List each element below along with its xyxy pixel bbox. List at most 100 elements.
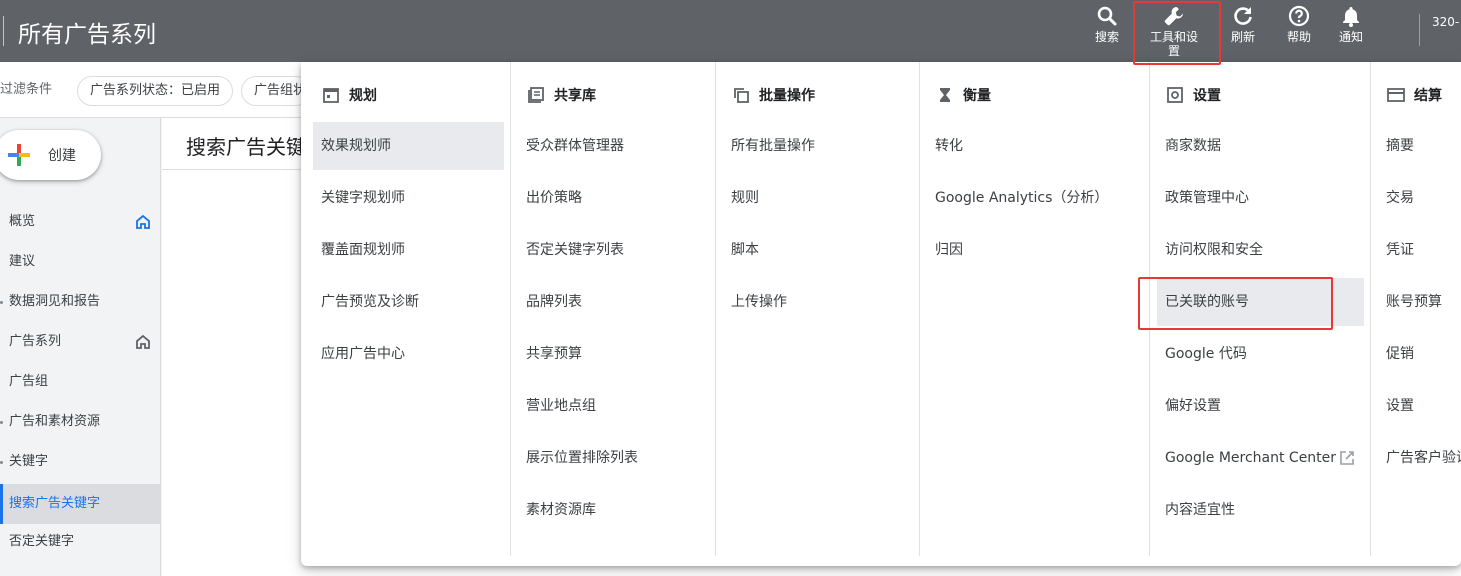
page-title: 所有广告系列 [18, 22, 156, 48]
menu-item-merchant-center[interactable]: Google Merchant Center [1150, 434, 1360, 482]
search-icon [1097, 6, 1117, 26]
menu-item-asset-library[interactable]: 素材资源库 [511, 486, 596, 534]
menu-item-shared-budgets[interactable]: 共享预算 [511, 330, 582, 378]
menu-item-summary[interactable]: 摘要 [1371, 122, 1414, 170]
main-title: 搜索广告关键 [186, 135, 306, 159]
menu-item-preferences[interactable]: 偏好设置 [1150, 382, 1221, 430]
menu-column-measurement: 衡量 转化 Google Analytics（分析） 归因 [919, 62, 1149, 556]
menu-item-documents[interactable]: 凭证 [1371, 226, 1414, 274]
menu-item-label: Google Merchant Center [1165, 450, 1337, 466]
menu-item-all-bulk-actions[interactable]: 所有批量操作 [716, 122, 815, 170]
sidebar-item-label: 关键字 [9, 454, 49, 469]
menu-section-billing: 结算 [1386, 82, 1442, 108]
credit-card-icon [1387, 88, 1405, 102]
notify-label: 通知 [1338, 30, 1363, 44]
help-button[interactable]: 帮助 [1284, 4, 1314, 44]
expand-bullet [0, 461, 3, 464]
search-button[interactable]: 搜索 [1093, 4, 1121, 44]
sidebar-item-overview[interactable]: 概览 [0, 202, 161, 242]
help-icon [1288, 5, 1310, 27]
sidebar-item-label: 广告和素材资源 [9, 414, 101, 429]
filter-chip-campaign-status[interactable]: 广告系列状态：已启用 [77, 76, 234, 106]
sidebar-item-label: 概览 [9, 214, 36, 229]
linked-accounts-highlight-box [1138, 277, 1333, 330]
home-icon [136, 214, 150, 229]
menu-section-shared-library: 共享库 [526, 82, 596, 108]
menu-item-google-tag[interactable]: Google 代码 [1150, 330, 1247, 378]
sidebar-item-ads-assets[interactable]: 广告和素材资源 [0, 402, 161, 442]
external-link-icon [1340, 451, 1354, 465]
menu-item-attribution[interactable]: 归因 [920, 226, 963, 274]
account-id[interactable]: 320- [1432, 15, 1459, 29]
sidebar-item-label: 搜索广告关键字 [9, 496, 101, 511]
sidebar-item-negative-keywords[interactable]: 否定关键字 [0, 522, 161, 562]
hourglass-icon [940, 88, 950, 102]
create-button[interactable]: 创建 [0, 130, 101, 180]
sidebar-item-label: 广告组 [9, 374, 49, 389]
menu-section-settings: 设置 [1165, 82, 1221, 108]
sidebar-item-label: 否定关键字 [9, 534, 75, 549]
menu-item-policy-manager[interactable]: 政策管理中心 [1150, 174, 1249, 222]
menu-item-reach-planner[interactable]: 覆盖面规划师 [313, 226, 405, 274]
menu-section-title: 规划 [349, 88, 377, 104]
sidebar-item-insights[interactable]: 数据洞见和报告 [0, 282, 161, 322]
settings-icon [1167, 87, 1183, 103]
filter-label: 过滤条件 [0, 82, 53, 97]
refresh-button[interactable]: 刷新 [1228, 4, 1258, 44]
menu-item-audience-manager[interactable]: 受众群体管理器 [511, 122, 624, 170]
menu-section-title: 共享库 [554, 88, 596, 104]
sidebar-item-adgroups[interactable]: 广告组 [0, 362, 161, 402]
menu-item-conversions[interactable]: 转化 [920, 122, 963, 170]
menu-column-shared-library: 共享库 受众群体管理器 出价策略 否定关键字列表 品牌列表 共享预算 营业地点组… [510, 62, 715, 556]
sidebar-item-campaigns[interactable]: 广告系列 [0, 322, 161, 362]
expand-bullet [0, 301, 3, 304]
menu-section-title: 批量操作 [759, 88, 815, 104]
menu-item-advertiser-verification[interactable]: 广告客户验证 [1371, 434, 1461, 482]
bell-icon [1343, 7, 1359, 27]
menu-item-transactions[interactable]: 交易 [1371, 174, 1414, 222]
sidebar-item-keywords[interactable]: 关键字 [0, 442, 161, 482]
menu-section-title: 衡量 [963, 88, 991, 104]
menu-item-ad-preview[interactable]: 广告预览及诊断 [313, 278, 419, 326]
sidebar-item-recommendations[interactable]: 建议 [0, 242, 161, 282]
menu-item-promotions[interactable]: 促销 [1371, 330, 1414, 378]
search-label: 搜索 [1094, 30, 1119, 44]
sidebar: 创建 概览 建议 数据洞见和报告 广告系列 广告组 广告和素材资源 关键字 搜索… [0, 118, 161, 576]
sidebar-item-search-keywords[interactable]: 搜索广告关键字 [0, 484, 161, 524]
menu-item-rules[interactable]: 规则 [716, 174, 759, 222]
menu-section-title: 设置 [1193, 88, 1221, 104]
menu-item-negative-keyword-lists[interactable]: 否定关键字列表 [511, 226, 624, 274]
menu-item-account-budget[interactable]: 账号预算 [1371, 278, 1442, 326]
menu-item-brand-lists[interactable]: 品牌列表 [511, 278, 582, 326]
menu-item-scripts[interactable]: 脚本 [716, 226, 759, 274]
library-icon [528, 87, 544, 103]
menu-item-performance-planner[interactable]: 效果规划师 [313, 122, 504, 170]
menu-item-business-data[interactable]: 商家数据 [1150, 122, 1221, 170]
sidebar-item-label: 建议 [9, 254, 36, 269]
menu-column-planning: 规划 效果规划师 关键字规划师 覆盖面规划师 广告预览及诊断 应用广告中心 [313, 62, 511, 556]
menu-item-uploads[interactable]: 上传操作 [716, 278, 787, 326]
home-icon [136, 334, 150, 349]
toolbar-divider [1419, 14, 1420, 46]
menu-item-app-ads-hub[interactable]: 应用广告中心 [313, 330, 405, 378]
plus-icon [8, 144, 30, 166]
refresh-label: 刷新 [1230, 30, 1255, 44]
notifications-button[interactable]: 通知 [1336, 4, 1366, 44]
title-divider [3, 16, 4, 46]
sidebar-item-label: 广告系列 [9, 334, 62, 349]
menu-item-bid-strategies[interactable]: 出价策略 [511, 174, 582, 222]
menu-column-billing: 结算 摘要 交易 凭证 账号预算 促销 设置 广告客户验证 [1370, 62, 1461, 556]
menu-section-title: 结算 [1414, 88, 1442, 104]
calendar-icon [323, 88, 339, 103]
menu-item-access-security[interactable]: 访问权限和安全 [1150, 226, 1263, 274]
help-label: 帮助 [1286, 30, 1311, 44]
menu-item-placement-exclusions[interactable]: 展示位置排除列表 [511, 434, 638, 482]
menu-item-keyword-planner[interactable]: 关键字规划师 [313, 174, 405, 222]
menu-item-content-suitability[interactable]: 内容适宜性 [1150, 486, 1235, 534]
menu-item-google-analytics[interactable]: Google Analytics（分析） [920, 174, 1108, 222]
menu-item-billing-settings[interactable]: 设置 [1371, 382, 1414, 430]
menu-section-bulk-actions: 批量操作 [731, 82, 815, 108]
menu-column-bulk-actions: 批量操作 所有批量操作 规则 脚本 上传操作 [715, 62, 919, 556]
menu-item-location-groups[interactable]: 营业地点组 [511, 382, 596, 430]
menu-section-measurement: 衡量 [935, 82, 991, 108]
